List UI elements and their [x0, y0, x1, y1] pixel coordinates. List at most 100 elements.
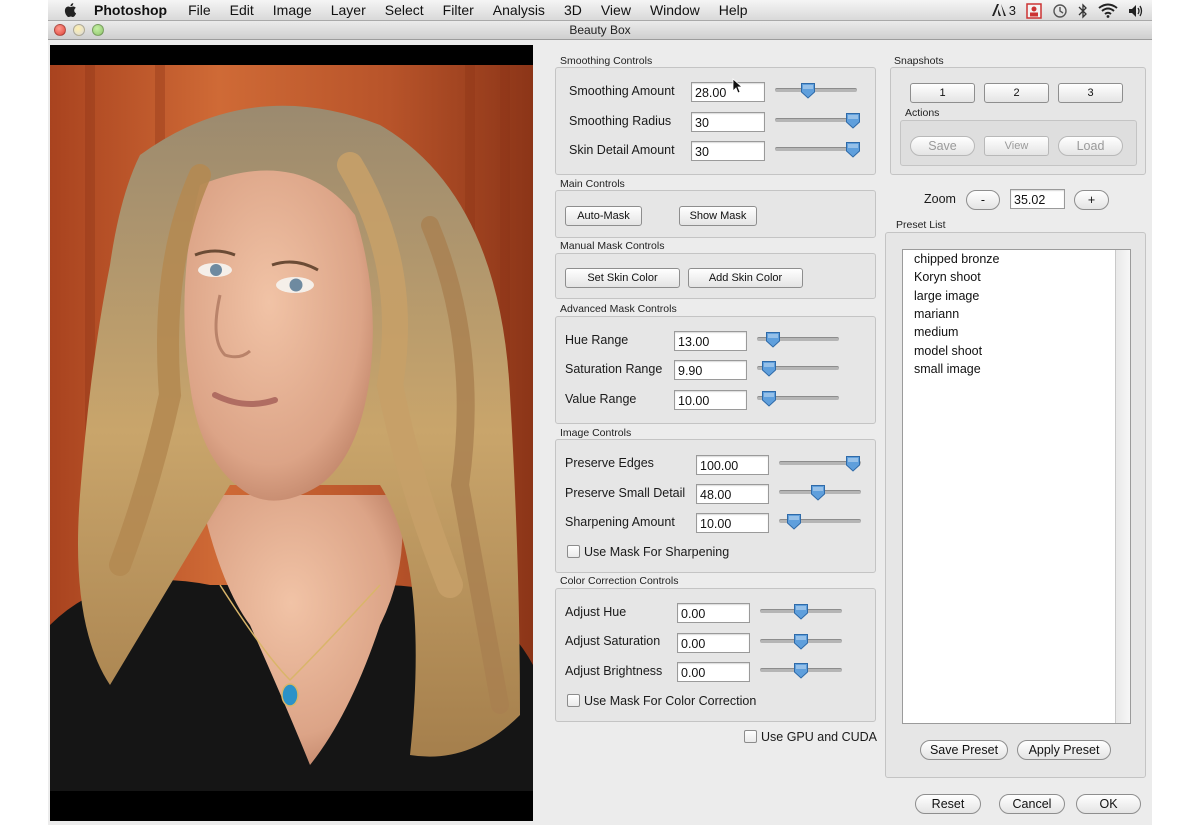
slider-thumb[interactable]: [810, 484, 826, 501]
slider-thumb[interactable]: [761, 390, 777, 407]
adobe-icon: [991, 4, 1006, 16]
hue-range-field[interactable]: [674, 331, 747, 351]
adobe-status-item[interactable]: 3: [991, 3, 1016, 18]
menu-3d[interactable]: 3D: [564, 2, 582, 18]
zoom-label: Zoom: [924, 192, 956, 206]
preset-item-chipped-bronze[interactable]: chipped bronze: [914, 252, 999, 266]
zoom-in-button[interactable]: +: [1074, 190, 1109, 210]
value-range-field[interactable]: [674, 390, 747, 410]
sharpening-amount-field[interactable]: [696, 513, 769, 533]
menu-image[interactable]: Image: [273, 2, 312, 18]
window-title-bar[interactable]: Beauty Box: [48, 21, 1152, 40]
ok-button[interactable]: OK: [1076, 794, 1141, 814]
snapshot-1-button[interactable]: 1: [910, 83, 975, 103]
snapshot-3-button[interactable]: 3: [1058, 83, 1123, 103]
slider-thumb[interactable]: [793, 662, 809, 679]
menu-edit[interactable]: Edit: [230, 2, 254, 18]
add-skin-color-button[interactable]: Add Skin Color: [688, 268, 803, 288]
snapshot-view-button[interactable]: View: [984, 136, 1049, 156]
set-skin-color-button[interactable]: Set Skin Color: [565, 268, 680, 288]
menu-file[interactable]: File: [188, 2, 211, 18]
value-range-slider[interactable]: [757, 390, 839, 407]
save-preset-button[interactable]: Save Preset: [920, 740, 1008, 760]
preset-item-small-image[interactable]: small image: [914, 362, 981, 376]
show-mask-button[interactable]: Show Mask: [679, 206, 757, 226]
snapshot-2-button[interactable]: 2: [984, 83, 1049, 103]
preset-list-scrollbar[interactable]: [1115, 250, 1130, 723]
actions-label: Actions: [905, 107, 940, 119]
menu-app-photoshop[interactable]: Photoshop: [94, 2, 167, 18]
menu-select[interactable]: Select: [385, 2, 424, 18]
menu-window[interactable]: Window: [650, 2, 700, 18]
skin-detail-amount-slider[interactable]: [775, 141, 860, 158]
adjust-saturation-field[interactable]: [677, 633, 750, 653]
hue-range-slider[interactable]: [757, 331, 839, 348]
mouse-cursor-icon: [732, 78, 743, 94]
adjust-hue-slider[interactable]: [760, 603, 842, 620]
slider-thumb[interactable]: [786, 513, 802, 530]
preset-item-mariann[interactable]: mariann: [914, 307, 959, 321]
adjust-brightness-label: Adjust Brightness: [565, 664, 663, 678]
adjust-brightness-slider[interactable]: [760, 662, 842, 679]
preset-item-model-shoot[interactable]: model shoot: [914, 344, 982, 358]
apple-icon[interactable]: [62, 1, 80, 19]
menu-help[interactable]: Help: [719, 2, 748, 18]
menu-bar: Photoshop File Edit Image Layer Select F…: [48, 0, 1152, 21]
zoom-field[interactable]: [1010, 189, 1065, 209]
zoom-out-button[interactable]: -: [966, 190, 1000, 210]
slider-thumb[interactable]: [761, 360, 777, 377]
adjust-hue-label: Adjust Hue: [565, 605, 627, 619]
use-gpu-checkbox[interactable]: [744, 730, 757, 743]
preserve-small-detail-slider[interactable]: [779, 484, 861, 501]
color-correction-controls-label: Color Correction Controls: [560, 575, 679, 587]
menu-layer[interactable]: Layer: [331, 2, 366, 18]
slider-thumb[interactable]: [793, 603, 809, 620]
smoothing-radius-slider[interactable]: [775, 112, 860, 129]
cancel-button[interactable]: Cancel: [999, 794, 1065, 814]
saturation-range-field[interactable]: [674, 360, 747, 380]
preserve-edges-field[interactable]: [696, 455, 769, 475]
snapshot-save-button[interactable]: Save: [910, 136, 975, 156]
time-machine-icon[interactable]: [1052, 3, 1068, 19]
smoothing-amount-slider[interactable]: [775, 82, 857, 99]
image-preview[interactable]: [50, 45, 533, 821]
smoothing-amount-field[interactable]: [691, 82, 765, 102]
advanced-mask-controls-label: Advanced Mask Controls: [560, 303, 677, 315]
slider-thumb[interactable]: [845, 455, 861, 472]
skin-detail-amount-field[interactable]: [691, 141, 765, 161]
menu-analysis[interactable]: Analysis: [493, 2, 545, 18]
adjust-hue-field[interactable]: [677, 603, 750, 623]
use-mask-for-sharpening-checkbox[interactable]: [567, 545, 580, 558]
slider-thumb[interactable]: [765, 331, 781, 348]
slider-thumb[interactable]: [845, 112, 861, 129]
slider-thumb[interactable]: [793, 633, 809, 650]
auto-mask-button[interactable]: Auto-Mask: [565, 206, 642, 226]
wifi-icon[interactable]: [1098, 3, 1118, 18]
reset-button[interactable]: Reset: [915, 794, 981, 814]
slider-thumb[interactable]: [845, 141, 861, 158]
sharpening-amount-slider[interactable]: [779, 513, 861, 530]
preserve-edges-slider[interactable]: [779, 455, 861, 472]
preset-item-koryn-shoot[interactable]: Koryn shoot: [914, 270, 981, 284]
adjust-brightness-field[interactable]: [677, 662, 750, 682]
menu-view[interactable]: View: [601, 2, 631, 18]
volume-icon[interactable]: [1128, 4, 1144, 18]
preset-list[interactable]: chipped bronze Koryn shoot large image m…: [902, 249, 1131, 724]
use-mask-for-color-correction-checkbox[interactable]: [567, 694, 580, 707]
preset-item-large-image[interactable]: large image: [914, 289, 979, 303]
slider-thumb[interactable]: [800, 82, 816, 99]
adjust-saturation-slider[interactable]: [760, 633, 842, 650]
snapshot-load-button[interactable]: Load: [1058, 136, 1123, 156]
snapshots-label: Snapshots: [894, 55, 944, 67]
preset-item-medium[interactable]: medium: [914, 325, 958, 339]
portrait-photo: [50, 65, 533, 791]
user-photo-icon[interactable]: [1026, 2, 1042, 19]
preserve-edges-label: Preserve Edges: [565, 456, 654, 470]
preserve-small-detail-field[interactable]: [696, 484, 769, 504]
menu-filter[interactable]: Filter: [443, 2, 474, 18]
apply-preset-button[interactable]: Apply Preset: [1017, 740, 1111, 760]
smoothing-radius-field[interactable]: [691, 112, 765, 132]
bluetooth-icon[interactable]: [1078, 2, 1088, 19]
saturation-range-slider[interactable]: [757, 360, 839, 377]
sharpening-amount-label: Sharpening Amount: [565, 515, 675, 529]
